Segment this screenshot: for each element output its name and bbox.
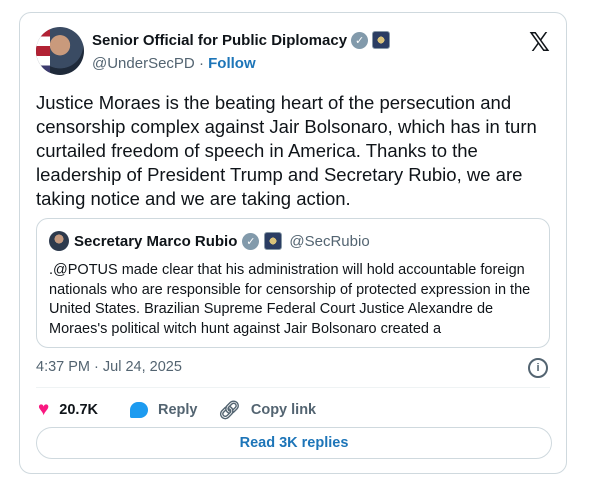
author-name-row: Senior Official for Public Diplomacy ✓ <box>92 31 391 49</box>
quoted-author-handle: @SecRubio <box>289 232 370 250</box>
reply-bubble-icon <box>130 402 148 418</box>
copy-link-label: Copy link <box>250 402 317 418</box>
tweet-timestamp[interactable]: 4:37 PM · Jul 24, 2025 <box>36 359 182 375</box>
like-count: 20.7K <box>59 402 98 418</box>
heart-icon: ♥ <box>38 399 50 420</box>
quoted-tweet-text: .@POTUS made clear that his administrati… <box>49 262 531 337</box>
author-handle-row: @UnderSecPD · Follow <box>92 55 256 72</box>
quoted-author-avatar <box>49 231 69 251</box>
author-handle[interactable]: @UnderSecPD <box>92 55 195 72</box>
like-button[interactable]: ♥ 20.7K <box>38 399 130 421</box>
tweet-text: Justice Moraes is the beating heart of t… <box>36 92 537 209</box>
quoted-author-name: Secretary Marco Rubio <box>74 232 238 250</box>
quoted-tweet-header: Secretary Marco Rubio ✓ @SecRubio <box>49 231 370 251</box>
reply-button[interactable]: Reply <box>130 402 218 418</box>
verified-badge-icon: ✓ <box>351 31 369 49</box>
quoted-tweet[interactable]: Secretary Marco Rubio ✓ @SecRubio .@POTU… <box>36 218 550 348</box>
handle-separator: · <box>198 55 204 72</box>
author-name[interactable]: Senior Official for Public Diplomacy <box>92 32 347 49</box>
action-bar: ♥ 20.7K Reply 🔗︎ Copy link <box>38 399 316 421</box>
tweet-card: Senior Official for Public Diplomacy ✓ @… <box>19 12 567 474</box>
reply-label: Reply <box>158 402 198 418</box>
government-seal-icon <box>372 31 391 49</box>
divider <box>36 387 550 388</box>
author-avatar[interactable] <box>36 27 84 75</box>
link-icon: 🔗︎ <box>218 399 241 420</box>
follow-button[interactable]: Follow <box>208 55 256 72</box>
verified-badge-icon: ✓ <box>242 232 260 250</box>
read-replies-button[interactable]: Read 3K replies <box>36 427 552 459</box>
info-icon[interactable]: i <box>528 358 548 378</box>
government-seal-icon <box>264 232 283 250</box>
x-logo-icon[interactable]: 𝕏 <box>529 27 550 58</box>
read-replies-label: Read 3K replies <box>239 435 349 451</box>
copy-link-button[interactable]: 🔗︎ Copy link <box>218 400 316 421</box>
